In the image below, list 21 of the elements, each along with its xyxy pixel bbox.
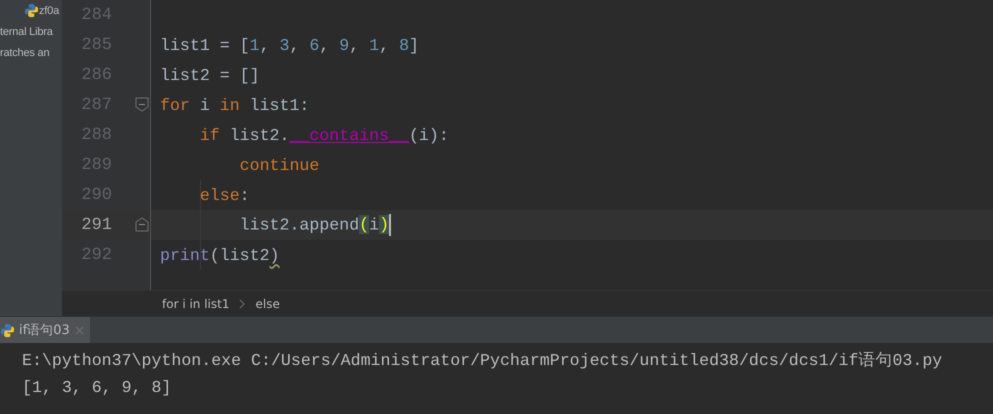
breadcrumb[interactable]: else [255,296,280,310]
tree-item-label[interactable]: ternal Libra [0,26,53,38]
console-output: E:\python37\python.exe C:/Users/Administrator/PycharmProjects/untitled38/dcs/dcs1/if语句03.py [22,350,944,371]
code-line: for i in list1: [160,96,310,114]
python-icon [0,322,15,338]
run-tab[interactable]: if语句03 [0,317,90,343]
chevron-icon [239,298,246,308]
code-line: print(list2) [160,246,280,264]
code-line: list1 = [1, 3, 6, 9, 1, 8] [160,36,420,54]
breadcrumb[interactable]: for i in list1 [162,296,230,310]
console-output: [1, 3, 6, 9, 8] [22,378,172,397]
code-line: list2.append(i) [238,214,392,236]
code-line: continue [238,156,320,174]
code-line: if list2.__contains__(i): [198,126,449,144]
python-icon [24,3,39,18]
tree-item-label[interactable]: zf0a [39,4,59,16]
fold-end-icon[interactable] [135,217,149,232]
fold-marker-icon[interactable] [135,97,149,112]
code-line: else: [198,186,250,204]
tree-item-label[interactable]: ratches an [0,46,50,58]
code-line: list2 = [] [160,66,260,84]
